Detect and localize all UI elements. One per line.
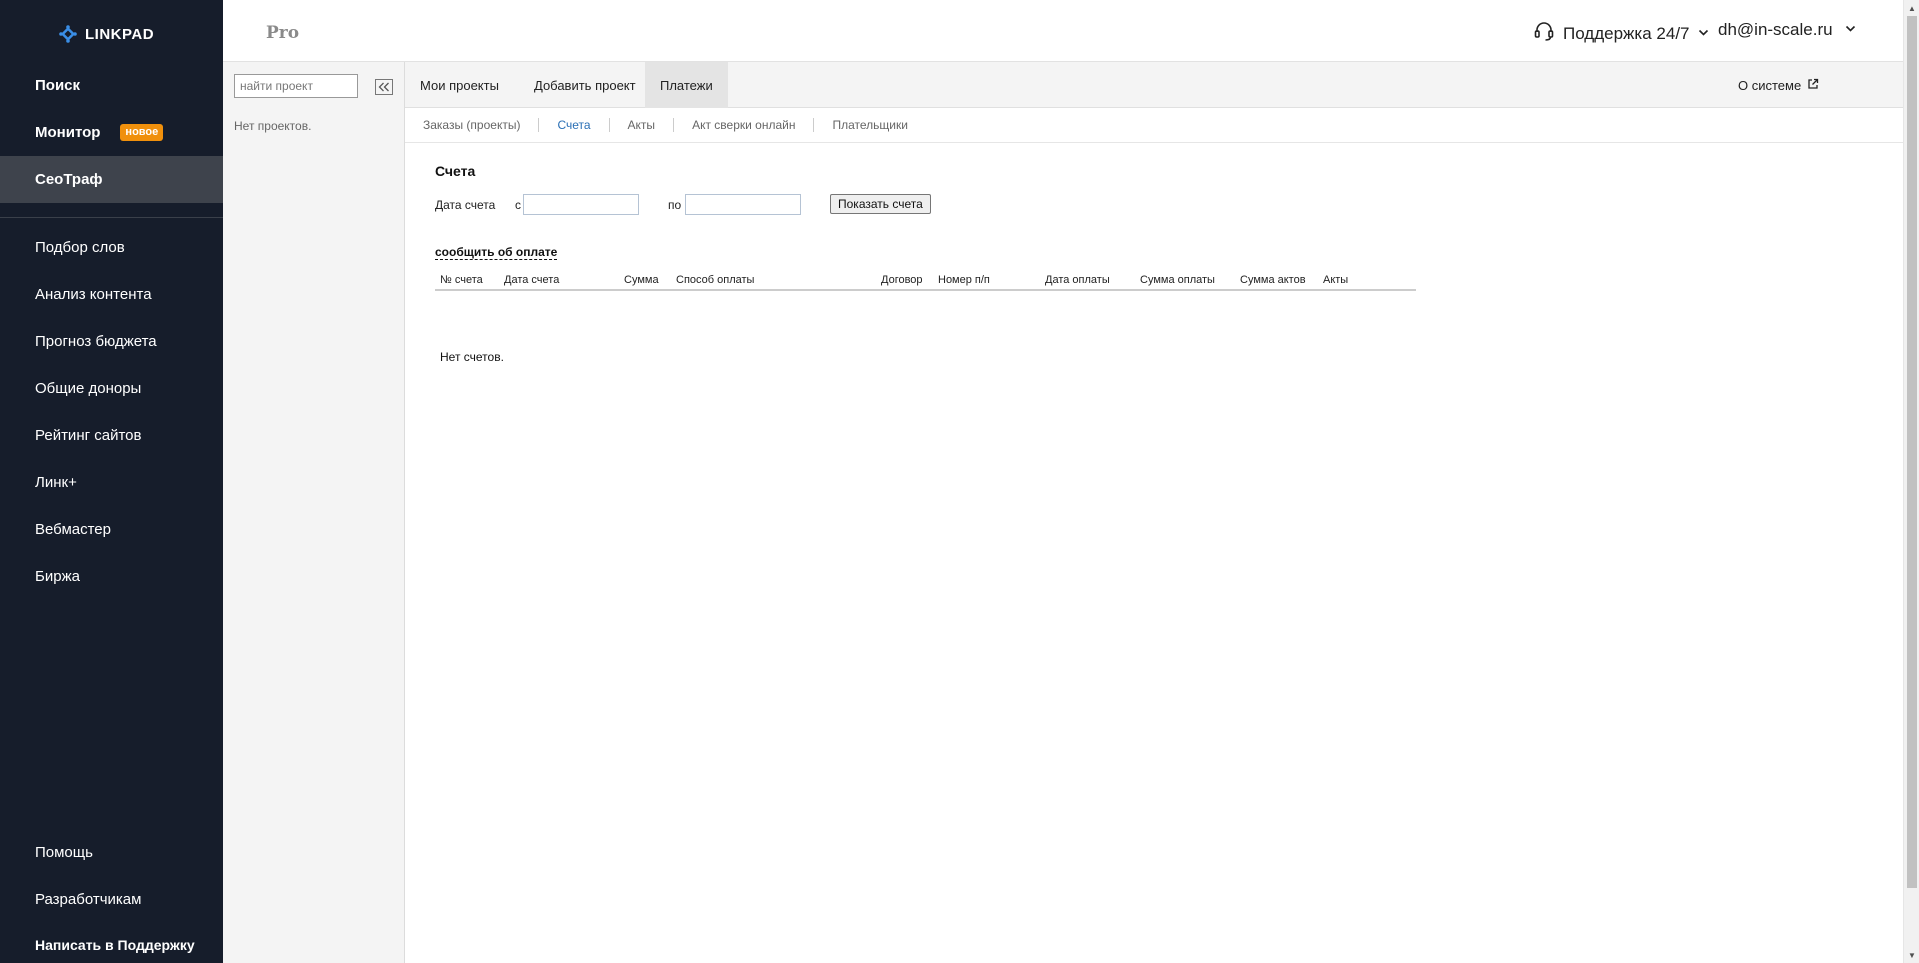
sidebar-item-label: Общие доноры (35, 380, 142, 397)
about-link[interactable]: О системе (1738, 62, 1819, 108)
support-label: Поддержка 24/7 (1563, 23, 1690, 43)
user-menu[interactable]: dh@in-scale.ru (1718, 20, 1856, 40)
tab-my-projects[interactable]: Мои проекты (405, 62, 514, 108)
sidebar-item-label: Подбор слов (35, 239, 125, 256)
sidebar-item-label: СеоТраф (35, 171, 103, 188)
report-payment-link[interactable]: сообщить об оплате (435, 245, 558, 260)
app-root: LINKPAD Поиск Монитор новое СеоТраф Подб… (0, 0, 1919, 963)
top-header: Pro Поддержка 24/7 dh@in-scale.ru (223, 0, 1903, 62)
main-sidebar: LINKPAD Поиск Монитор новое СеоТраф Подб… (0, 0, 223, 963)
external-link-icon (1807, 78, 1819, 93)
linkpad-logo-icon (58, 24, 78, 44)
sidebar-item-content-analysis[interactable]: Анализ контента (0, 271, 223, 318)
double-chevron-left-icon[interactable] (375, 79, 393, 95)
subtab-reconciliation[interactable]: Акт сверки онлайн (673, 118, 813, 132)
tab-label: Платежи (660, 77, 713, 93)
sidebar-item-budget-forecast[interactable]: Прогноз бюджета (0, 318, 223, 365)
chevron-down-icon (1845, 23, 1856, 37)
sidebar-item-label: Помощь (35, 844, 93, 861)
column-header: Способ оплаты (676, 274, 755, 286)
subtab-payers[interactable]: Плательщики (813, 118, 925, 132)
new-badge: новое (120, 124, 164, 141)
sidebar-item-exchange[interactable]: Биржа (0, 553, 223, 600)
headset-icon (1533, 20, 1555, 47)
subtab-invoices[interactable]: Счета (538, 118, 608, 132)
column-header: Сумма оплаты (1140, 274, 1215, 286)
sidebar-divider (0, 217, 223, 218)
subtab-orders[interactable]: Заказы (проекты) (423, 118, 538, 132)
sidebar-item-label: Прогноз бюджета (35, 333, 157, 350)
date-from-input[interactable] (523, 194, 639, 215)
projects-panel: Нет проектов. (223, 62, 405, 963)
chevron-down-icon (1698, 27, 1709, 41)
column-header: Акты (1323, 274, 1349, 286)
sidebar-item-label: Анализ контента (35, 286, 152, 303)
no-invoices-text: Нет счетов. (440, 350, 504, 364)
subtab-acts[interactable]: Акты (608, 118, 674, 132)
sidebar-item-help[interactable]: Помощь (0, 829, 223, 876)
no-projects-text: Нет проектов. (234, 119, 312, 133)
column-header: Сумма (624, 274, 659, 286)
about-label: О системе (1738, 77, 1802, 93)
user-email: dh@in-scale.ru (1718, 20, 1833, 39)
sidebar-item-contact-support[interactable]: Написать в Поддержку (0, 922, 223, 963)
tab-payments[interactable]: Платежи (645, 62, 728, 108)
sidebar-item-webmaster[interactable]: Вебмастер (0, 506, 223, 553)
sidebar-item-developers[interactable]: Разработчикам (0, 876, 223, 923)
date-filter: Дата счета с по Показать счета (435, 194, 1035, 216)
sidebar-item-label: Написать в Поддержку (35, 937, 195, 953)
sidebar-item-label: Линк+ (35, 474, 77, 491)
sidebar-item-label: Разработчикам (35, 891, 142, 908)
sidebar-item-label: Рейтинг сайтов (35, 427, 142, 444)
main-tabs: Мои проекты Добавить проект Платежи О си… (405, 62, 1903, 108)
sidebar-item-search[interactable]: Поиск (0, 62, 223, 109)
column-header: Сумма актов (1240, 274, 1306, 286)
support-menu[interactable]: Поддержка 24/7 (1533, 20, 1709, 47)
show-invoices-button[interactable]: Показать счета (830, 194, 931, 214)
scroll-thumb[interactable] (1907, 16, 1917, 888)
sub-tabs: Заказы (проекты) Счета Акты Акт сверки о… (405, 108, 1903, 143)
plan-label: Pro (266, 23, 300, 43)
date-to-input[interactable] (685, 194, 801, 215)
sidebar-item-label: Вебмастер (35, 521, 111, 538)
column-header: Номер п/п (938, 274, 990, 286)
page-scrollbar[interactable]: ▲ ▼ (1903, 0, 1919, 963)
sidebar-item-monitor[interactable]: Монитор новое (0, 109, 223, 156)
sidebar-item-site-rating[interactable]: Рейтинг сайтов (0, 412, 223, 459)
column-header: № счета (440, 274, 483, 286)
sidebar-item-link-plus[interactable]: Линк+ (0, 459, 223, 506)
column-header: Договор (881, 274, 923, 286)
sidebar-item-label: Биржа (35, 568, 80, 585)
invoices-table-header: № счета Дата счета Сумма Способ оплаты Д… (435, 271, 1416, 291)
date-from-label: с (515, 198, 521, 212)
date-filter-label: Дата счета (435, 198, 496, 212)
sidebar-item-common-donors[interactable]: Общие доноры (0, 365, 223, 412)
tab-label: Мои проекты (420, 77, 499, 93)
sidebar-item-label: Монитор (35, 124, 101, 141)
project-search-input[interactable] (234, 74, 358, 98)
tab-add-project[interactable]: Добавить проект (519, 62, 651, 108)
column-header: Дата счета (504, 274, 560, 286)
sidebar-item-keywords[interactable]: Подбор слов (0, 224, 223, 271)
date-to-label: по (668, 198, 682, 212)
sidebar-item-seotraf[interactable]: СеоТраф (0, 156, 223, 203)
logo[interactable]: LINKPAD (58, 23, 154, 45)
scroll-down-icon[interactable]: ▼ (1904, 947, 1919, 963)
page-title: Счета (435, 163, 476, 179)
scroll-up-icon[interactable]: ▲ (1904, 0, 1919, 16)
tab-label: Добавить проект (534, 77, 636, 93)
logo-text: LINKPAD (85, 25, 155, 43)
sidebar-item-label: Поиск (35, 77, 81, 94)
column-header: Дата оплаты (1045, 274, 1110, 286)
